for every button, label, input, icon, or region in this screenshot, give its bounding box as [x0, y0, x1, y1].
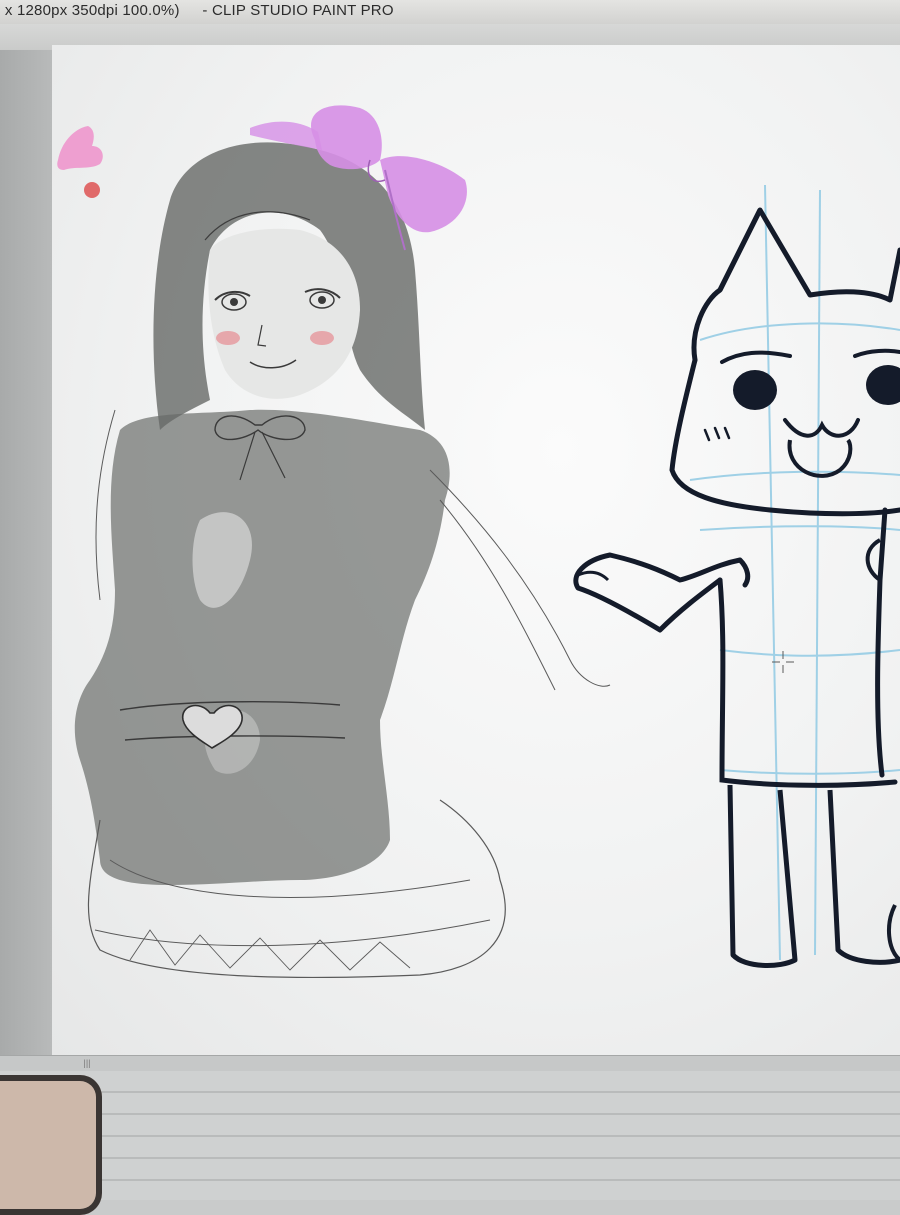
window-title: 0 x 1280px 350dpi 100.0%) - CLIP STUDIO … — [0, 2, 394, 19]
monitor-bezel-corner — [0, 1075, 102, 1215]
canvas-area[interactable] — [52, 45, 900, 1055]
left-side-panel — [0, 50, 52, 1055]
cat-drawing — [573, 184, 900, 968]
bottom-panel — [0, 1071, 900, 1200]
document-info: 0 x 1280px 350dpi 100.0%) — [0, 2, 180, 19]
color-swatches — [57, 126, 103, 198]
artwork — [57, 105, 900, 979]
title-separator: - — [202, 2, 208, 19]
app-name: CLIP STUDIO PAINT PRO — [211, 2, 394, 19]
scroll-grip-icon[interactable]: ||| — [82, 1058, 92, 1068]
girl-sketch — [74, 105, 611, 979]
drawing-canvas[interactable] — [52, 45, 900, 1055]
title-bar: 0 x 1280px 350dpi 100.0%) - CLIP STUDIO … — [0, 0, 900, 25]
